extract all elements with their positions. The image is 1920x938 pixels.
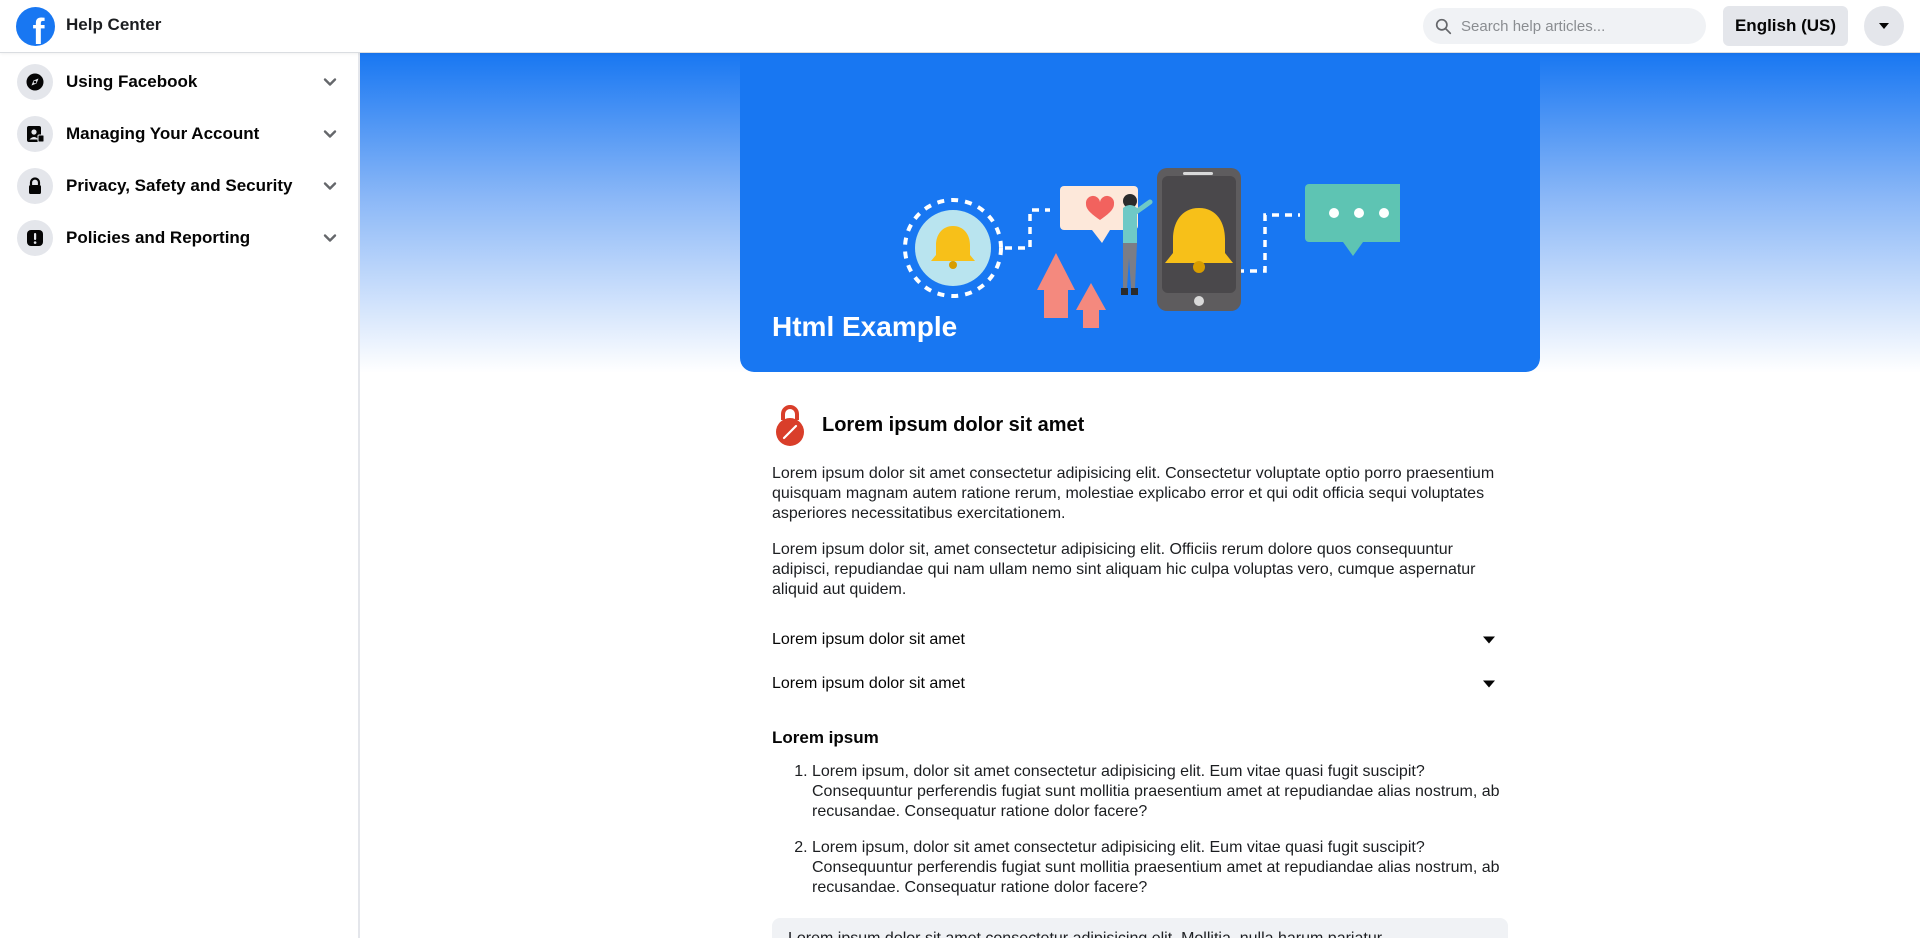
alert-icon [17,220,53,256]
subheading: Lorem ipsum [772,728,879,747]
list-item: Lorem ipsum, dolor sit amet consectetur … [812,762,1508,822]
help-center-title[interactable]: Help Center [66,15,161,35]
search-icon [1435,18,1452,35]
language-button[interactable]: English (US) [1723,6,1848,46]
sidebar-item-label: Privacy, Safety and Security [66,176,293,195]
chevron-down-icon [323,78,337,86]
user-card-icon [17,116,53,152]
sidebar-item-managing-account[interactable]: Managing Your Account [0,108,358,160]
ordered-list: Lorem ipsum, dolor sit amet consectetur … [772,762,1508,898]
note-box: Lorem ipsum dolor sit amet consectetur a… [772,918,1508,938]
accordion-label: Lorem ipsum dolor sit amet [772,675,965,692]
sidebar-item-label: Policies and Reporting [66,228,251,247]
search-box[interactable] [1423,8,1706,44]
top-bar: f Help Center English (US) [0,0,1920,53]
accordion-item[interactable]: Lorem ipsum dolor sit amet [772,618,1508,662]
chevron-down-icon [323,182,337,190]
lock-icon [17,168,53,204]
compass-icon [17,64,53,100]
caret-down-icon [1483,636,1495,644]
sidebar-item-privacy-safety[interactable]: Privacy, Safety and Security [0,160,358,212]
article-body: Lorem ipsum dolor sit amet Lorem ipsum d… [772,400,1508,914]
list-item: Lorem ipsum, dolor sit amet consectetur … [812,838,1508,898]
accordion-item[interactable]: Lorem ipsum dolor sit amet [772,662,1508,706]
hero-title: Html Example [772,311,958,342]
chevron-down-icon [323,234,337,242]
search-input[interactable] [1461,8,1696,44]
caret-down-icon [1483,680,1495,688]
paragraph: Lorem ipsum dolor sit amet consectetur a… [772,465,1495,522]
accordion-list: Lorem ipsum dolor sit amet Lorem ipsum d… [772,618,1508,706]
sidebar-item-policies-reporting[interactable]: Policies and Reporting [0,212,358,264]
hero-banner: Html Example [740,53,1540,372]
sidebar-item-label: Managing Your Account [66,124,260,143]
facebook-logo-icon[interactable]: f [16,7,55,46]
notification-illustration [903,168,1400,328]
section-header: Lorem ipsum dolor sit amet [772,400,1508,450]
sidebar-item-using-facebook[interactable]: Using Facebook [0,56,358,108]
sidebar: Using Facebook Managing Your Account Pri… [0,53,360,938]
section-title: Lorem ipsum dolor sit amet [822,413,1085,436]
paragraph: Lorem ipsum dolor sit, amet consectetur … [772,541,1476,598]
accordion-label: Lorem ipsum dolor sit amet [772,631,965,648]
sidebar-item-label: Using Facebook [66,72,198,91]
caret-down-icon [1879,23,1889,29]
padlock-warning-icon [776,405,804,446]
account-menu-button[interactable] [1864,6,1904,46]
chevron-down-icon [323,130,337,138]
